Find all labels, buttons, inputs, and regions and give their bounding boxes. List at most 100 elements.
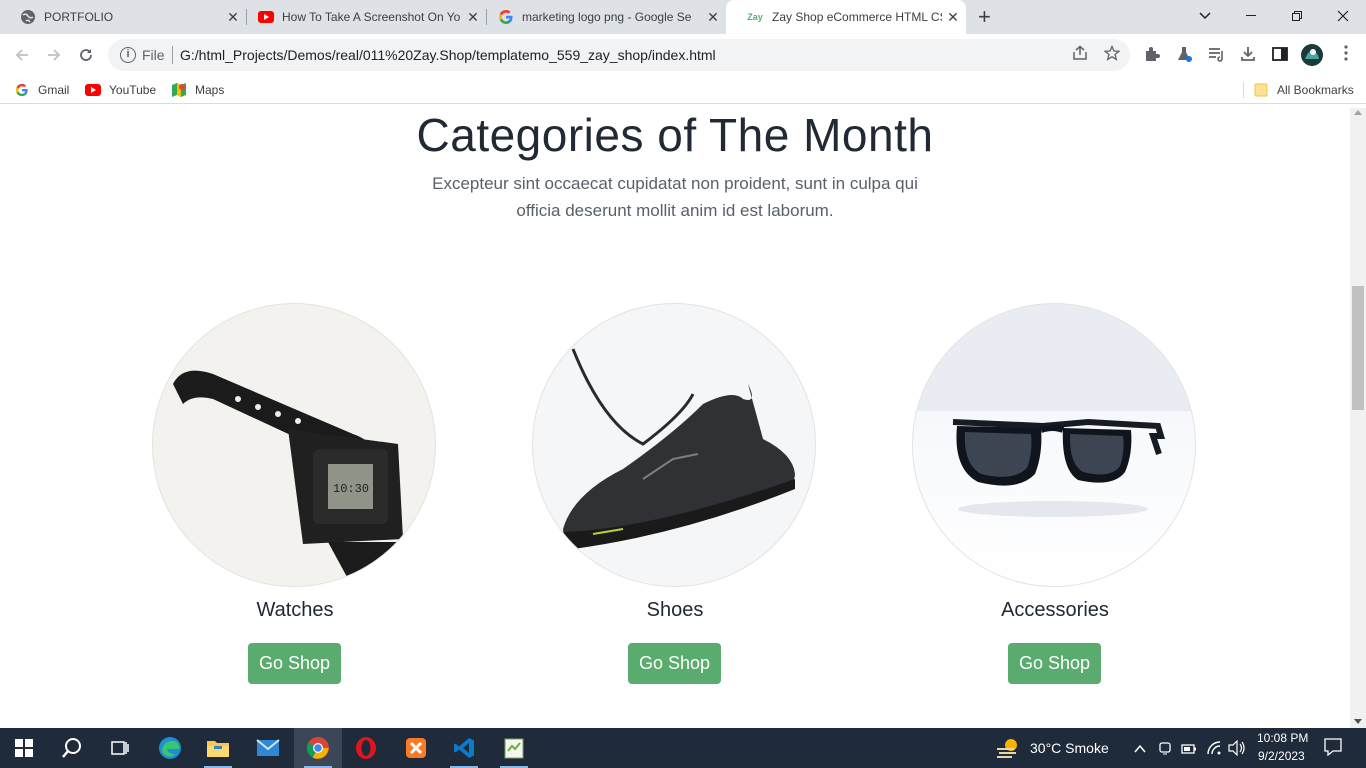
sunglasses-image[interactable] — [912, 303, 1196, 587]
scroll-up-arrow-icon[interactable] — [1354, 110, 1362, 115]
go-shop-watches-button[interactable]: Go Shop — [248, 643, 341, 684]
search-button[interactable] — [48, 728, 96, 768]
svg-text:10:30: 10:30 — [333, 482, 369, 496]
wifi-icon[interactable] — [1206, 740, 1222, 761]
bookmark-maps[interactable]: Maps — [171, 82, 224, 98]
address-bar[interactable]: i File G:/html_Projects/Demos/real/011%2… — [108, 39, 1130, 71]
close-window-button[interactable] — [1320, 0, 1366, 32]
reload-button[interactable] — [74, 43, 98, 67]
url-text[interactable]: G:/html_Projects/Demos/real/011%20Zay.Sh… — [180, 47, 716, 63]
chrome-icon — [307, 737, 329, 759]
watch-image[interactable]: 10:30 — [152, 303, 436, 587]
labs-icon[interactable] — [1174, 45, 1194, 65]
bookmarks-divider — [1243, 82, 1244, 98]
clock-time[interactable]: 10:08 PM — [1257, 731, 1308, 745]
profile-avatar[interactable] — [1300, 43, 1324, 67]
folder-icon — [1253, 82, 1269, 98]
new-tab-button[interactable]: + — [978, 6, 991, 28]
taskbar-file-explorer[interactable] — [194, 728, 242, 768]
close-icon — [1337, 10, 1349, 22]
close-icon[interactable]: ✕ — [946, 10, 960, 24]
battery-icon[interactable] — [1181, 742, 1197, 760]
tab-label: PORTFOLIO — [44, 10, 114, 24]
reading-list-icon[interactable] — [1206, 45, 1226, 65]
forward-button[interactable] — [42, 43, 66, 67]
google-icon — [498, 9, 514, 25]
arrow-left-icon — [15, 49, 28, 61]
go-shop-shoes-button[interactable]: Go Shop — [628, 643, 721, 684]
info-icon[interactable]: i — [120, 47, 136, 63]
weather-text[interactable]: 30°C Smoke — [1030, 740, 1109, 756]
globe-icon — [20, 9, 36, 25]
notification-icon[interactable] — [1324, 738, 1342, 761]
opera-icon — [356, 737, 376, 759]
vscode-icon — [454, 738, 474, 758]
tab-search-button[interactable] — [1182, 0, 1228, 32]
tab-google-search[interactable]: marketing logo png - Google Se ✕ — [478, 0, 726, 34]
folder-icon — [207, 741, 229, 757]
section-title: Categories of The Month — [416, 109, 934, 161]
youtube-icon — [258, 9, 274, 25]
shoe-image[interactable] — [532, 303, 816, 587]
taskbar-chrome[interactable] — [294, 728, 342, 768]
menu-icon[interactable] — [1336, 45, 1356, 65]
minimize-icon — [1246, 15, 1256, 16]
tab-zay-shop[interactable]: Zay Zay Shop eCommerce HTML CSS ✕ — [726, 0, 966, 34]
tab-portfolio[interactable]: PORTFOLIO ✕ — [0, 0, 246, 34]
bookmark-label: Gmail — [38, 83, 70, 97]
scheme-label: File — [142, 47, 165, 63]
side-panel-icon[interactable] — [1270, 45, 1290, 65]
category-card-accessories: Accessories — [912, 303, 1198, 621]
share-icon[interactable] — [1070, 45, 1090, 65]
weather-icon[interactable] — [996, 737, 1020, 764]
star-icon[interactable] — [1102, 44, 1122, 65]
arrow-right-icon — [48, 49, 61, 61]
watch-illustration: 10:30 — [173, 370, 403, 586]
xampp-icon — [406, 738, 426, 758]
tab-youtube[interactable]: How To Take A Screenshot On Yo ✕ — [238, 0, 486, 34]
google-icon — [14, 82, 30, 98]
shoe-illustration — [563, 348, 795, 549]
taskbar-mail[interactable] — [244, 728, 292, 768]
back-button[interactable] — [10, 43, 34, 67]
meet-now-icon[interactable] — [1158, 740, 1172, 761]
start-button[interactable] — [0, 728, 48, 768]
all-bookmarks-button[interactable]: All Bookmarks — [1253, 82, 1354, 98]
restore-button[interactable] — [1274, 0, 1320, 32]
clock-date[interactable]: 9/2/2023 — [1258, 749, 1305, 763]
tab-label: Zay Shop eCommerce HTML CSS — [772, 10, 942, 24]
reload-icon — [80, 49, 92, 61]
taskbar-opera[interactable] — [342, 728, 390, 768]
page-scrollbar[interactable] — [1350, 108, 1366, 728]
taskbar-edge[interactable] — [146, 728, 194, 768]
search-icon — [62, 738, 81, 758]
extensions-icon[interactable] — [1142, 45, 1162, 65]
scroll-down-arrow-icon[interactable] — [1354, 719, 1362, 724]
volume-icon[interactable] — [1228, 739, 1246, 761]
task-view-icon — [111, 741, 129, 755]
task-view-button[interactable] — [96, 728, 144, 768]
taskbar-vscode[interactable] — [440, 728, 488, 768]
scrollbar-thumb[interactable] — [1352, 286, 1364, 410]
taskbar-notepad-plus[interactable] — [490, 728, 538, 768]
sunglasses-illustration — [952, 418, 1166, 517]
bookmark-gmail[interactable]: Gmail — [14, 82, 69, 98]
chevron-up-icon[interactable] — [1134, 741, 1146, 759]
edge-icon — [159, 737, 181, 759]
minimize-button[interactable] — [1228, 0, 1274, 32]
zay-favicon: Zay — [746, 9, 764, 25]
bookmarks-bar: Gmail YouTube Maps All Bookmarks — [0, 76, 1366, 104]
category-name: Shoes — [646, 599, 704, 621]
youtube-icon — [85, 82, 101, 98]
bookmark-label: Maps — [195, 83, 225, 97]
download-icon[interactable] — [1238, 45, 1258, 65]
tab-strip: PORTFOLIO ✕ How To Take A Screenshot On … — [0, 0, 1366, 34]
page-viewport: Categories of The Month Excepteur sint o… — [0, 108, 1350, 728]
bookmark-youtube[interactable]: YouTube — [85, 82, 156, 98]
go-shop-accessories-button[interactable]: Go Shop — [1008, 643, 1101, 684]
taskbar-xampp[interactable] — [392, 728, 440, 768]
category-card-watches: 10:30 Watches — [152, 303, 438, 621]
close-icon[interactable]: ✕ — [706, 10, 720, 24]
all-bookmarks-label: All Bookmarks — [1277, 83, 1354, 97]
mail-icon — [256, 739, 280, 756]
